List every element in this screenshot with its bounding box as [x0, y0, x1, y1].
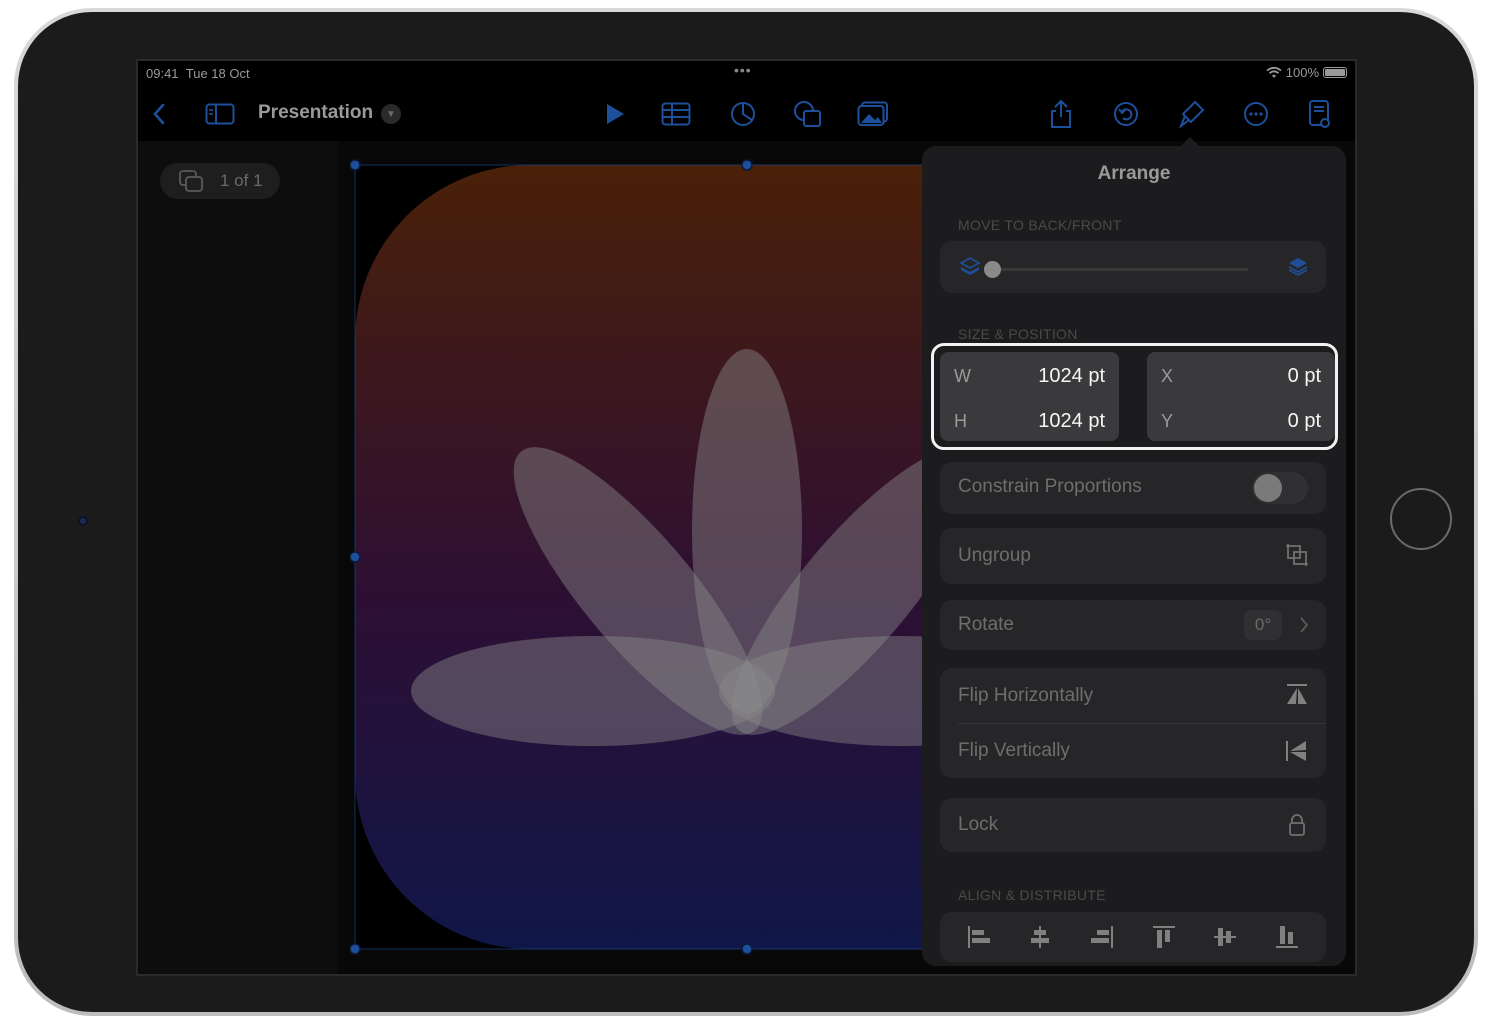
move-slider-thumb[interactable] — [984, 261, 1001, 278]
position-cell: X 0 pt Y 0 pt — [1147, 352, 1335, 441]
flip-vertical-icon — [1286, 741, 1306, 761]
home-button[interactable] — [1390, 488, 1452, 550]
y-field[interactable]: Y 0 pt — [1147, 397, 1335, 441]
battery-percent: 100% — [1285, 65, 1319, 80]
format-icon[interactable] — [1178, 98, 1206, 130]
align-top-icon[interactable] — [1151, 924, 1177, 950]
x-value: 0 pt — [1287, 365, 1321, 387]
rotate-value[interactable]: 0° — [1244, 610, 1282, 640]
wifi-icon — [1266, 66, 1282, 78]
constrain-proportions-row[interactable]: Constrain Proportions — [940, 462, 1326, 514]
width-value: 1024 pt — [1038, 365, 1105, 387]
status-time: 09:41 Tue 18 Oct — [146, 66, 250, 81]
align-left-icon[interactable] — [966, 924, 992, 950]
rotate-row[interactable]: Rotate 0° — [940, 600, 1326, 650]
chevron-right-icon — [1300, 617, 1309, 633]
lock-label: Lock — [958, 814, 999, 835]
height-field[interactable]: H 1024 pt — [940, 397, 1119, 441]
constrain-proportions-toggle[interactable] — [1252, 472, 1308, 504]
flip-horizontal-icon — [1287, 684, 1307, 704]
multitask-dots[interactable]: ••• — [734, 62, 752, 78]
play-icon[interactable] — [602, 98, 628, 130]
bring-front-icon[interactable] — [1286, 255, 1310, 279]
align-distribute-row — [940, 912, 1326, 962]
align-bottom-icon[interactable] — [1274, 924, 1300, 950]
align-center-icon[interactable] — [1027, 924, 1053, 950]
send-back-icon[interactable] — [958, 255, 982, 279]
x-field[interactable]: X 0 pt — [1147, 352, 1335, 396]
more-icon[interactable] — [1242, 98, 1270, 130]
flip-vertical-label: Flip Vertically — [958, 740, 1070, 761]
height-value: 1024 pt — [1038, 410, 1105, 432]
status-right: 100% — [1266, 65, 1347, 80]
title-chevron-icon[interactable]: ▼ — [381, 104, 401, 124]
flip-horizontal-row[interactable]: Flip Horizontally — [940, 668, 1326, 723]
share-icon[interactable] — [1048, 98, 1074, 130]
y-label: Y — [1161, 411, 1174, 431]
move-slider-track[interactable] — [992, 268, 1248, 271]
height-label: H — [954, 411, 967, 431]
back-icon[interactable] — [148, 98, 170, 130]
popover-title: Arrange — [1097, 163, 1171, 184]
flip-horizontal-label: Flip Horizontally — [958, 685, 1094, 706]
ungroup-icon — [1286, 544, 1308, 566]
slide-count-pill[interactable]: 1 of 1 — [160, 163, 280, 199]
document-icon[interactable] — [1306, 98, 1334, 130]
status-bar: 09:41 Tue 18 Oct ••• 100% — [138, 61, 1355, 85]
media-icon[interactable] — [856, 98, 890, 130]
ungroup-row[interactable]: Ungroup — [940, 528, 1326, 584]
screen: 09:41 Tue 18 Oct ••• 100% Presentation ▼ — [136, 59, 1357, 976]
width-field[interactable]: W 1024 pt — [940, 352, 1119, 396]
table-icon[interactable] — [660, 98, 692, 130]
y-value: 0 pt — [1287, 410, 1321, 432]
align-section-header: ALIGN & DISTRIBUTE — [958, 887, 1106, 903]
slides-icon — [179, 170, 203, 192]
lock-icon — [1289, 814, 1305, 836]
flip-group: Flip Horizontally Flip Vertically — [940, 668, 1326, 778]
x-label: X — [1161, 366, 1174, 386]
size-position-box: W 1024 pt H 1024 pt X 0 pt Y 0 pt — [931, 343, 1338, 450]
sidebar-icon[interactable] — [204, 98, 236, 130]
toggle-knob — [1254, 474, 1282, 502]
arrange-popover: Arrange MOVE TO BACK/FRONT SIZE & POSITI… — [922, 146, 1346, 966]
slide-count-label: 1 of 1 — [220, 171, 263, 190]
size-cell: W 1024 pt H 1024 pt — [940, 352, 1119, 441]
front-camera — [78, 516, 88, 526]
align-right-icon[interactable] — [1089, 924, 1115, 950]
rotate-label: Rotate — [958, 614, 1014, 635]
move-section-header: MOVE TO BACK/FRONT — [958, 217, 1122, 233]
toolbar: Presentation ▼ — [138, 87, 1355, 141]
size-section-header: SIZE & POSITION — [958, 326, 1078, 342]
shape-icon[interactable] — [792, 98, 824, 130]
flip-vertical-row[interactable]: Flip Vertically — [940, 724, 1326, 778]
undo-icon[interactable] — [1112, 98, 1140, 130]
slide-navigator: 1 of 1 — [138, 141, 338, 974]
constrain-proportions-label: Constrain Proportions — [958, 476, 1142, 497]
width-label: W — [954, 366, 971, 386]
battery-icon — [1323, 67, 1347, 78]
chart-icon[interactable] — [728, 98, 758, 130]
document-title[interactable]: Presentation — [258, 102, 373, 124]
lock-row[interactable]: Lock — [940, 798, 1326, 852]
align-middle-icon[interactable] — [1212, 924, 1238, 950]
ungroup-label: Ungroup — [958, 545, 1031, 566]
